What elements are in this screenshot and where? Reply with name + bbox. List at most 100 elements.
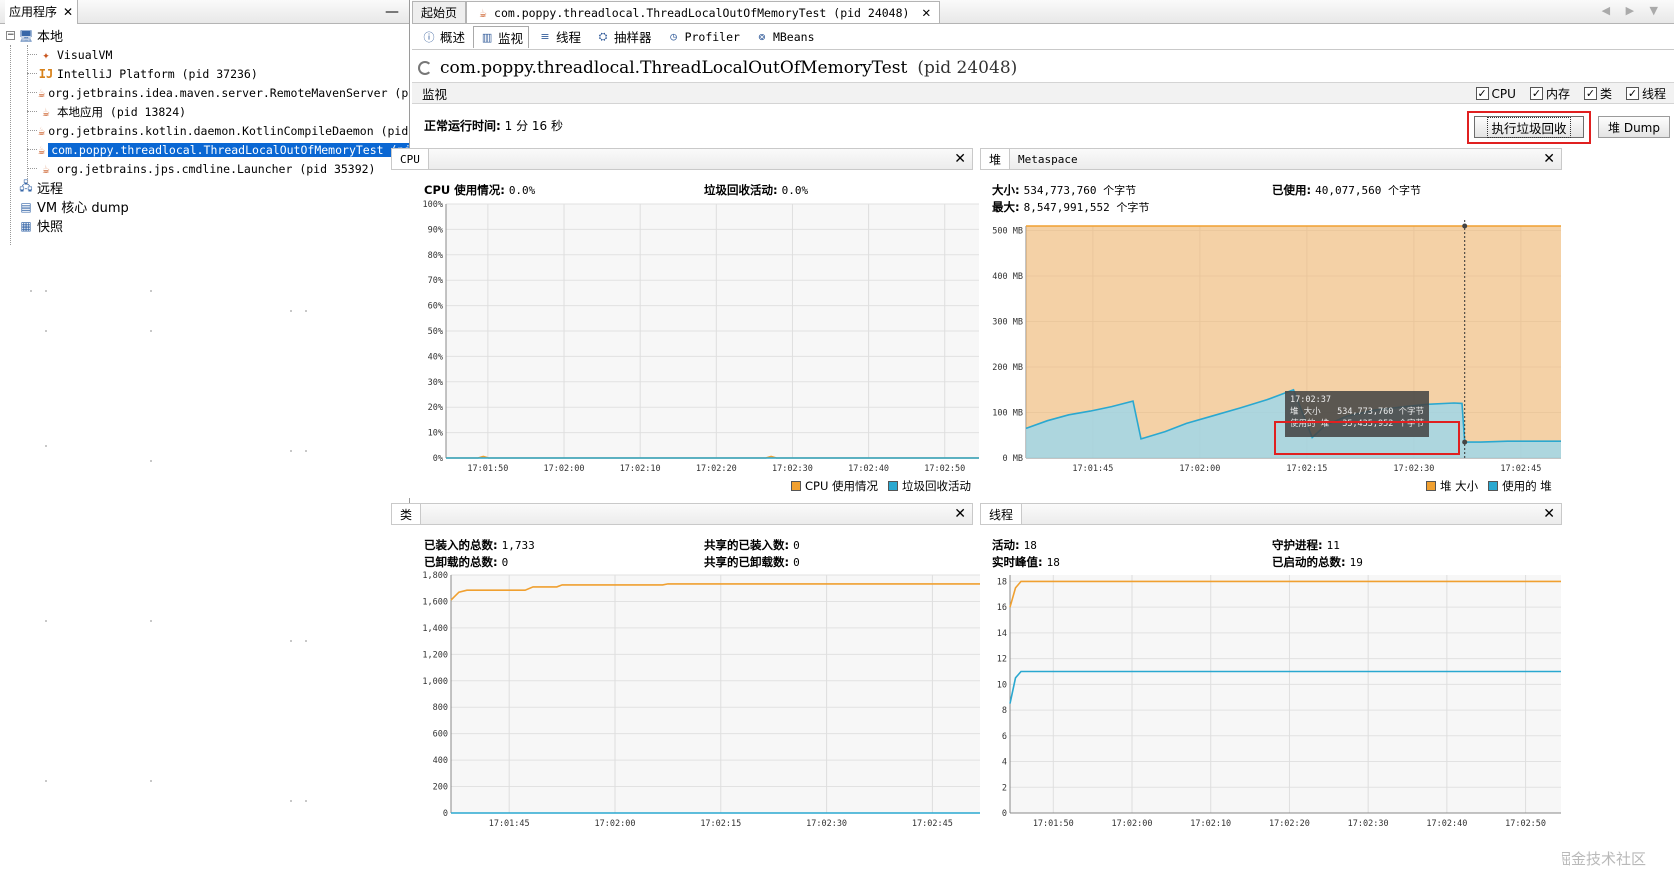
java-icon: ☕ [38, 85, 46, 100]
tree-item[interactable]: ✦ VisualVM [0, 45, 409, 64]
tab-overview[interactable]: ⓘ 概述 [415, 26, 471, 48]
tree-item[interactable]: ☕ com.poppy.threadlocal.ThreadLocalOutOfM… [0, 140, 409, 159]
close-icon[interactable]: ✕ [954, 151, 966, 167]
background-dot [45, 445, 47, 447]
threads-peak: 实时峰值: 18 [992, 554, 1060, 570]
checkbox-label: 内存 [1545, 87, 1570, 101]
tree-item[interactable]: ☕ org.jetbrains.jps.cmdline.Launcher (pid… [0, 159, 409, 178]
close-icon[interactable]: ✕ [954, 506, 966, 522]
tab-process[interactable]: ☕ com.poppy.threadlocal.ThreadLocalOutOf… [466, 1, 941, 23]
tab-label: 抽样器 [614, 30, 652, 45]
document-tabs: 起始页 ☕ com.poppy.threadlocal.ThreadLocalO… [412, 0, 1674, 24]
x-tick-label: 17:02:30 [806, 819, 847, 829]
x-tick-label: 17:02:40 [1426, 819, 1467, 829]
classes-panel: 类 ✕ 已装入的总数: 1,733 已卸载的总数: 0 共享的已装入数: 0 共享的已卸载数: 0… [391, 503, 980, 889]
tab-mbeans[interactable]: ❂ MBeans [748, 26, 821, 48]
tab-metaspace[interactable]: Metaspace [1010, 149, 1086, 169]
tab-sampler[interactable]: ⛭ 抽样器 [589, 26, 658, 48]
checkbox-2[interactable]: ✓ 类 [1583, 85, 1612, 102]
x-tick-label: 17:02:15 [700, 819, 741, 829]
tab-monitor[interactable]: ▥ 监视 [473, 25, 530, 48]
cpu-chart: 100% 90% 80% 70% 60% 50% 40% 30% 20% 10% 0% 17:01:5… [423, 200, 979, 474]
checkbox-0[interactable]: ✓ CPU [1475, 85, 1516, 102]
legend-label: CPU 使用情况 [805, 479, 879, 493]
classes-shared-unloaded-value: 0 [793, 556, 800, 569]
y-tick-label: 100 MB [992, 409, 1023, 419]
close-icon[interactable]: ✕ [63, 5, 73, 19]
tab-threads[interactable]: ≡ 线程 [531, 26, 587, 48]
tree-item[interactable]: ☕ org.jetbrains.kotlin.daemon.KotlinCompi… [0, 121, 409, 140]
check-icon[interactable]: ✓ [1475, 87, 1489, 100]
tree-item[interactable]: IJ IntelliJ Platform (pid 37236) [0, 64, 409, 83]
checkbox-1[interactable]: ✓ 内存 [1529, 85, 1570, 102]
classes-loaded-value: 1,733 [501, 539, 535, 552]
classes-shared-unloaded: 共享的已卸载数: 0 [704, 554, 800, 570]
check-icon[interactable]: ✓ [1529, 87, 1543, 100]
threads-daemon: 守护进程: 11 [1272, 537, 1340, 553]
tab-start-page[interactable]: 起始页 [412, 1, 467, 23]
tab-heap[interactable]: 堆 [981, 149, 1011, 169]
y-tick-label: 0 [1002, 809, 1007, 819]
tab-navigation-arrows[interactable]: ◀ ▶ ▼ [1602, 4, 1664, 17]
close-icon[interactable]: ✕ [1543, 151, 1555, 167]
classes-shared-loaded-value: 0 [793, 539, 800, 552]
heap-dump-button[interactable]: 堆 Dump [1598, 116, 1670, 138]
background-dot [305, 800, 307, 802]
tree-item-label: VM 核心 dump [37, 201, 129, 216]
y-tick-label: 16 [997, 603, 1007, 613]
y-tick-label: 8 [1002, 706, 1007, 716]
x-tick-label: 17:01:45 [1072, 464, 1113, 474]
applications-panel-header: 应用程序 ✕ — [0, 0, 409, 24]
heap-size-label: 大小: [992, 183, 1020, 197]
tree-item[interactable]: ▤ VM 核心 dump [0, 197, 409, 217]
background-dot [150, 290, 152, 292]
main-panel: 起始页 ☕ com.poppy.threadlocal.ThreadLocalO… [391, 0, 1674, 889]
tree-item[interactable]: 🖧 远程 [0, 178, 409, 197]
legend-item: 垃圾回收活动 [888, 478, 971, 494]
legend-item: 堆 大小 [1426, 478, 1478, 494]
remote-icon: 🖧 [19, 179, 33, 193]
legend-swatch [791, 481, 801, 491]
y-tick-label: 400 MB [992, 272, 1023, 282]
tab-cpu[interactable]: CPU [392, 149, 429, 169]
threads-live-value: 18 [1023, 539, 1037, 552]
java-icon: ☕ [479, 5, 487, 20]
check-icon[interactable]: ✓ [1583, 87, 1597, 100]
close-icon[interactable]: ✕ [921, 6, 931, 20]
tree-item[interactable]: ☕ org.jetbrains.idea.maven.server.RemoteM… [0, 83, 409, 102]
tab-classes[interactable]: 类 [392, 504, 422, 524]
background-dot [305, 640, 307, 642]
applications-tab[interactable]: 应用程序 ✕ [5, 0, 79, 24]
java-icon: ☕ [38, 142, 46, 157]
tree-connector [27, 149, 37, 150]
tab-label: MBeans [772, 29, 815, 44]
y-tick-label: 1,400 [422, 624, 448, 634]
close-icon[interactable]: ✕ [1543, 506, 1555, 522]
y-tick-label: 4 [1002, 758, 1007, 768]
collapse-icon[interactable]: − [6, 31, 15, 40]
legend-label: 堆 大小 [1440, 479, 1479, 493]
tree-item-label: 本地 [37, 30, 64, 45]
y-tick-label: 0 [443, 809, 448, 819]
tree-connector [27, 73, 37, 74]
threads-live-label: 活动: [992, 538, 1020, 552]
tree-connector [27, 54, 37, 55]
tree-item[interactable]: − 🖥 本地 [0, 26, 409, 45]
x-tick-label: 17:02:00 [1179, 464, 1220, 474]
snapshot-icon: ▦ [20, 218, 32, 233]
tab-threads[interactable]: 线程 [981, 504, 1023, 524]
heap-used-value: 40,077,560 个字节 [1315, 184, 1421, 197]
uptime-label: 正常运行时间: [424, 119, 501, 133]
tree-item-label: org.jetbrains.jps.cmdline.Launcher (pid … [57, 161, 376, 176]
minimize-icon[interactable]: — [385, 4, 399, 20]
background-dot [290, 800, 292, 802]
legend-item: 使用的 堆 [1488, 478, 1552, 494]
tree-item[interactable]: ▦ 快照 [0, 216, 409, 236]
checkbox-3[interactable]: ✓ 线程 [1625, 85, 1666, 102]
tab-label: Profiler [684, 29, 740, 44]
mbeans-icon: ❂ [758, 30, 766, 43]
tab-profiler[interactable]: ◷ Profiler [660, 26, 746, 48]
perform-gc-button[interactable]: 执行垃圾回收 [1474, 116, 1584, 138]
check-icon[interactable]: ✓ [1625, 87, 1639, 100]
tree-item[interactable]: ☕ 本地应用 (pid 13824) [0, 102, 409, 121]
